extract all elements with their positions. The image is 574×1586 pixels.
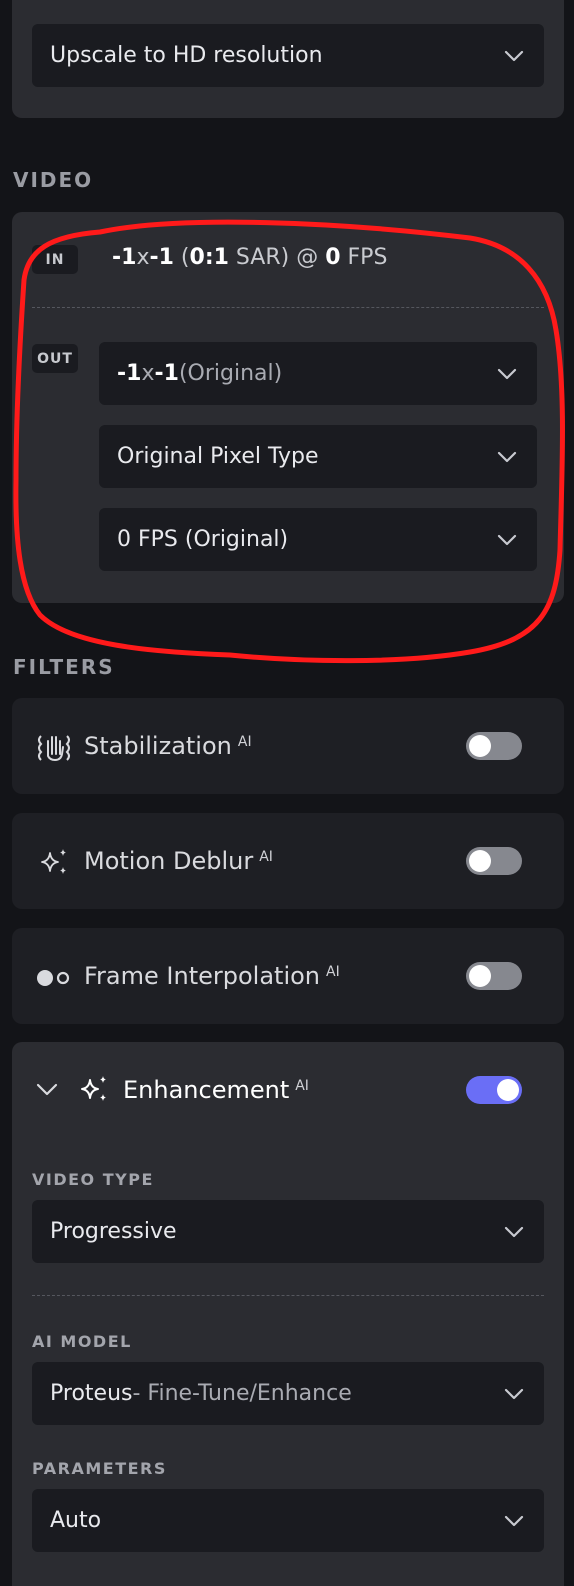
parameters-label: PARAMETERS xyxy=(32,1459,167,1478)
output-resolution-width: -1 xyxy=(117,361,142,386)
pixel-type-select[interactable]: Original Pixel Type xyxy=(99,425,537,488)
chevron-down-icon xyxy=(497,368,517,379)
in-tag: IN xyxy=(32,245,78,274)
input-par-open: ( xyxy=(173,245,190,270)
ai-model-select[interactable]: Proteus - Fine-Tune/Enhance xyxy=(32,1362,544,1425)
ai-badge: AI xyxy=(295,1078,309,1094)
chevron-down-icon xyxy=(497,451,517,462)
filter-label-motion-deblur: Motion Deblur xyxy=(84,847,254,875)
sparkles-icon xyxy=(81,1076,106,1101)
output-resolution-suffix: (Original) xyxy=(178,361,283,386)
filter-label-frame-interpolation: Frame Interpolation xyxy=(84,962,321,990)
ai-model-label: AI MODEL xyxy=(32,1332,132,1351)
filter-label-stabilization: Stabilization xyxy=(84,732,232,760)
output-resolution-x: x xyxy=(141,361,155,386)
toggle-knob xyxy=(469,965,491,987)
video-card: IN -1x-1 (0:1 SAR) @ 0 FPS OUT -1 x -1 (Or… xyxy=(12,212,564,603)
input-fps-label: FPS xyxy=(340,245,388,270)
ai-model-description: - Fine-Tune/Enhance xyxy=(132,1381,352,1406)
pixel-type-value: Original Pixel Type xyxy=(117,444,319,469)
filter-card-frame-interpolation: Frame Interpolation AI xyxy=(12,928,564,1024)
filter-title-motion-deblur: Motion Deblur AI xyxy=(84,847,273,875)
filter-card-motion-deblur: Motion Deblur AI xyxy=(12,813,564,909)
toggle-knob xyxy=(497,1079,519,1101)
chevron-down-icon xyxy=(497,534,517,545)
fps-value: 0 FPS (Original) xyxy=(117,527,289,552)
upscale-select[interactable]: Upscale to HD resolution xyxy=(32,24,544,87)
motion-deblur-toggle[interactable] xyxy=(466,847,522,875)
input-info: -1x-1 (0:1 SAR) @ 0 FPS xyxy=(112,245,387,270)
fps-select[interactable]: 0 FPS (Original) xyxy=(99,508,537,571)
chevron-down-icon xyxy=(504,1226,524,1237)
frame-interpolation-icon xyxy=(37,970,70,986)
ai-badge: AI xyxy=(326,964,340,980)
filter-title-enhancement: Enhancement AI xyxy=(123,1076,309,1104)
filters-section-label: FILTERS xyxy=(13,655,115,679)
stabilization-toggle[interactable] xyxy=(466,732,522,760)
frame-interpolation-toggle[interactable] xyxy=(466,962,522,990)
output-resolution-height: -1 xyxy=(154,361,179,386)
out-tag: OUT xyxy=(32,344,78,373)
input-sar-label: SAR) @ xyxy=(228,245,326,270)
filter-title-stabilization: Stabilization AI xyxy=(84,732,252,760)
parameters-value: Auto xyxy=(50,1508,102,1533)
toggle-knob xyxy=(469,850,491,872)
ai-badge: AI xyxy=(259,849,273,865)
video-divider xyxy=(32,307,544,308)
filter-label-enhancement: Enhancement xyxy=(123,1076,290,1104)
input-fps-value: 0 xyxy=(325,245,341,270)
input-width: -1 xyxy=(112,245,137,270)
upscale-card: Upscale to HD resolution xyxy=(12,0,564,118)
stabilization-icon xyxy=(38,735,70,762)
filter-card-enhancement: Enhancement AI VIDEO TYPE Progressive AI … xyxy=(12,1042,564,1586)
video-settings-panel: Upscale to HD resolution VIDEO IN -1x-1 … xyxy=(0,0,574,1586)
filter-card-stabilization: Stabilization AI xyxy=(12,698,564,794)
video-type-value: Progressive xyxy=(50,1219,177,1244)
video-type-select[interactable]: Progressive xyxy=(32,1200,544,1263)
parameters-select[interactable]: Auto xyxy=(32,1489,544,1552)
enhancement-toggle[interactable] xyxy=(466,1076,522,1104)
enhancement-divider xyxy=(32,1295,544,1296)
input-height: -1 xyxy=(149,245,174,270)
sparkles-icon xyxy=(41,849,66,874)
ai-badge: AI xyxy=(237,734,252,750)
toggle-knob xyxy=(469,735,491,757)
video-section-label: VIDEO xyxy=(13,168,94,192)
input-sar-value: 0:1 xyxy=(189,245,229,270)
chevron-down-icon xyxy=(504,1515,524,1526)
filter-title-frame-interpolation: Frame Interpolation AI xyxy=(84,962,340,990)
chevron-down-icon xyxy=(504,50,524,61)
output-resolution-select[interactable]: -1 x -1 (Original) xyxy=(99,342,537,405)
video-type-label: VIDEO TYPE xyxy=(32,1170,154,1189)
collapse-chevron-icon[interactable] xyxy=(36,1083,58,1097)
ai-model-name: Proteus xyxy=(50,1381,133,1406)
chevron-down-icon xyxy=(504,1388,524,1399)
input-x: x xyxy=(136,245,150,270)
upscale-select-value: Upscale to HD resolution xyxy=(50,43,323,68)
